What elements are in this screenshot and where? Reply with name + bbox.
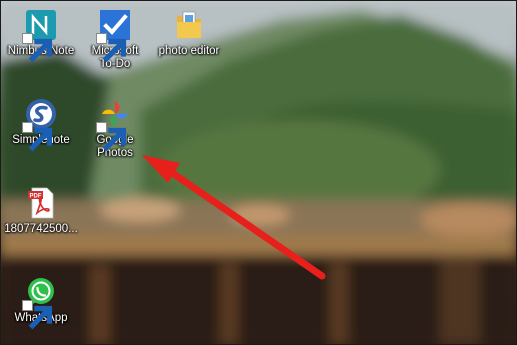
desktop-icon-simplenote[interactable]: Simplenote [2, 97, 80, 152]
nimbus-note-icon [22, 8, 58, 63]
desktop-icon-microsoft-todo[interactable]: Microsoft To-Do [76, 8, 154, 71]
whatsapp-icon [22, 275, 58, 330]
desktop-background: Nimbus Note Microsoft To-Do photo editor [0, 0, 517, 345]
desktop-icon-pdf-file[interactable]: PDF 1807742500... [2, 186, 80, 236]
photo-editor-icon [172, 8, 206, 42]
desktop-icon-whatsapp[interactable]: WhatsApp [2, 275, 80, 330]
desktop-icon-google-photos[interactable]: Google Photos [76, 97, 154, 160]
shortcut-arrow-icon [22, 33, 53, 63]
pdf-file-icon: PDF [24, 186, 58, 220]
desktop-icon-nimbus-note[interactable]: Nimbus Note [2, 8, 80, 63]
shortcut-arrow-icon [22, 300, 53, 330]
simplenote-icon [22, 97, 58, 152]
desktop-icon-photo-editor[interactable]: photo editor [150, 8, 228, 58]
shortcut-arrow-icon [22, 122, 53, 152]
microsoft-todo-icon [96, 8, 132, 63]
shortcut-arrow-icon [96, 33, 127, 63]
google-photos-icon [96, 97, 132, 152]
shortcut-arrow-icon [96, 122, 127, 152]
desktop-icon-label: photo editor [158, 45, 220, 57]
desktop-icon-label: 1807742500... [4, 223, 78, 235]
